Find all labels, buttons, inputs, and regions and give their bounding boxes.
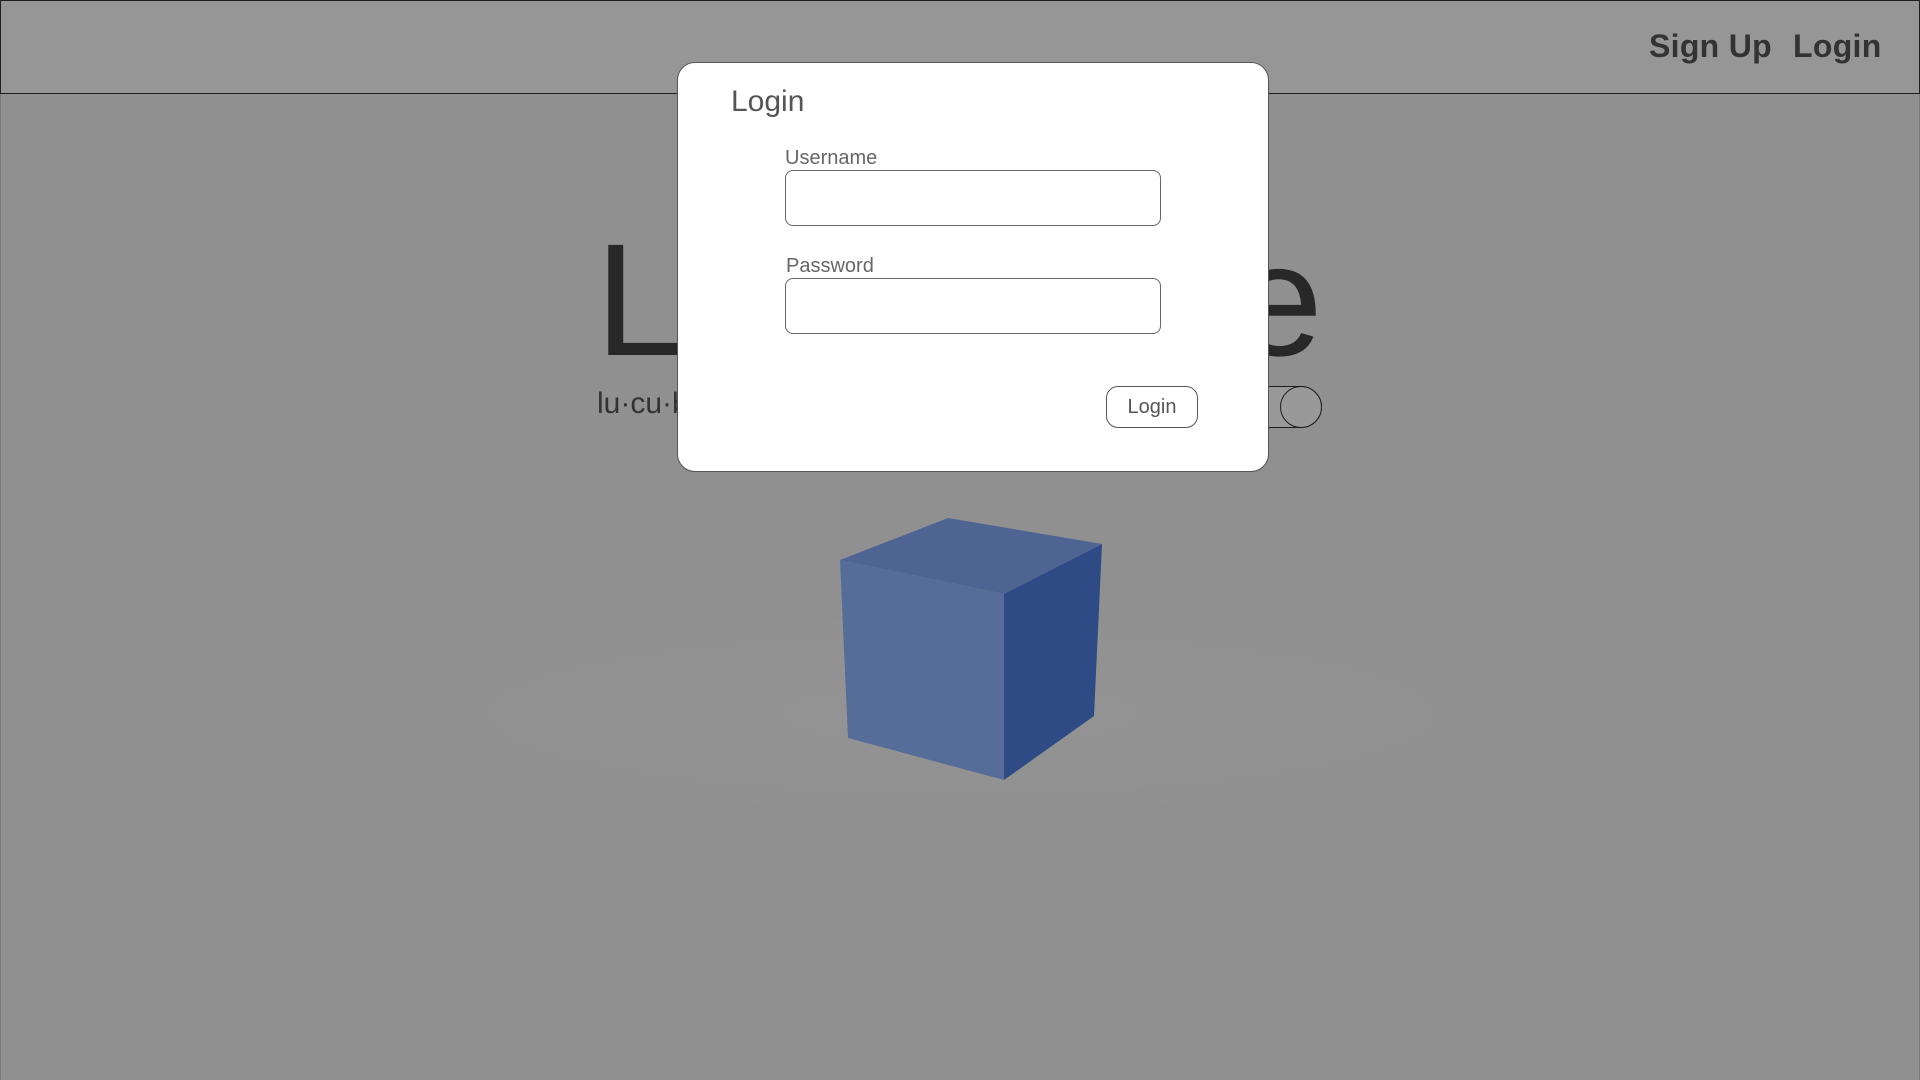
login-submit-button[interactable]: Login: [1106, 386, 1198, 428]
username-label: Username: [785, 147, 878, 169]
password-label: Password: [786, 255, 874, 277]
username-input[interactable]: [785, 170, 1161, 226]
login-modal-title: Login: [731, 85, 805, 118]
login-modal: Login Username Password Login: [677, 62, 1269, 472]
password-input[interactable]: [785, 278, 1161, 334]
